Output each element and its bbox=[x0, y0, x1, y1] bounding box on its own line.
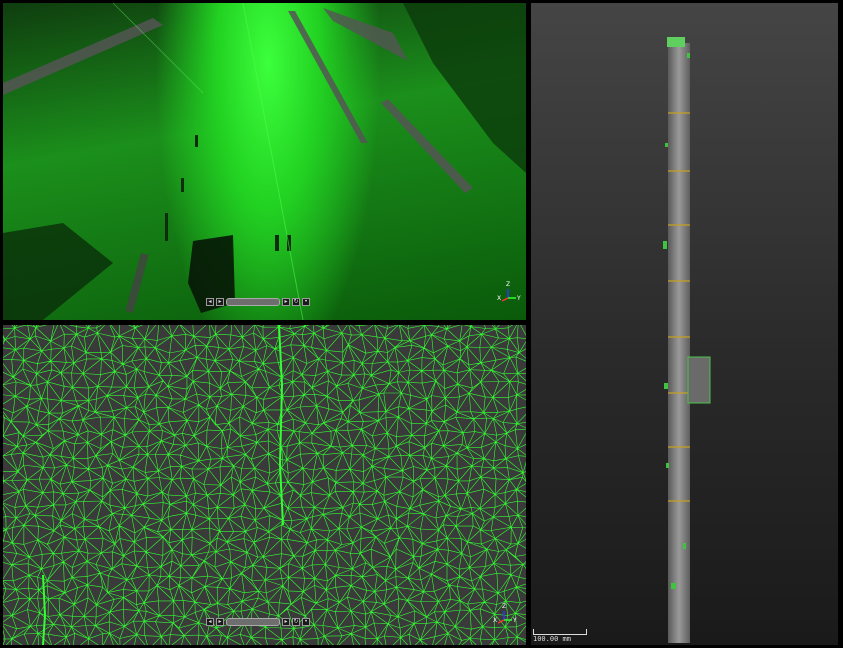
next-icon[interactable]: ▸ bbox=[216, 618, 224, 626]
mesh-navigation-bar: ◂ ▸ ▸ ↻ • bbox=[206, 617, 310, 627]
mesh-axes-icon: Z Y X bbox=[493, 603, 517, 625]
prev-icon[interactable]: ◂ bbox=[206, 618, 214, 626]
viewport-street-pointcloud[interactable]: ◂ ▸ ▸ ↻ • Z Y X bbox=[3, 3, 526, 320]
pole-body bbox=[668, 43, 690, 643]
mesh-ridge-line bbox=[42, 574, 47, 645]
mesh-timeline-slider[interactable] bbox=[226, 618, 280, 626]
loop-icon[interactable]: ↻ bbox=[292, 618, 300, 626]
axis-z-label: Z bbox=[506, 281, 511, 288]
axis-y-label: Y bbox=[513, 617, 517, 624]
viewport-pole-pointcloud[interactable]: 100.00 mm bbox=[531, 3, 838, 645]
street-timeline-slider[interactable] bbox=[226, 298, 280, 306]
prev-icon[interactable]: ◂ bbox=[206, 298, 214, 306]
next-icon[interactable]: ▸ bbox=[216, 298, 224, 306]
play-icon[interactable]: ▸ bbox=[282, 298, 290, 306]
scale-label: 100.00 mm bbox=[533, 635, 571, 643]
mesh-edges bbox=[3, 325, 526, 645]
axis-z-label: Z bbox=[502, 603, 507, 610]
axis-x-label: X bbox=[497, 295, 502, 302]
scale-bar: 100.00 mm bbox=[533, 629, 589, 643]
loop-icon[interactable]: ↻ bbox=[292, 298, 300, 306]
viewport-mesh-wireframe[interactable]: ◂ ▸ ▸ ↻ • Z Y X bbox=[3, 325, 526, 645]
mesh-wireframe bbox=[3, 325, 526, 645]
axis-x-label: X bbox=[493, 617, 498, 624]
street-axes-icon: Z Y X bbox=[497, 281, 521, 303]
settings-icon[interactable]: • bbox=[302, 298, 310, 306]
pole-attachment bbox=[687, 356, 711, 404]
settings-icon[interactable]: • bbox=[302, 618, 310, 626]
street-scene bbox=[3, 3, 526, 320]
street-navigation-bar: ◂ ▸ ▸ ↻ • bbox=[206, 297, 310, 307]
play-icon[interactable]: ▸ bbox=[282, 618, 290, 626]
axis-y-label: Y bbox=[517, 295, 521, 302]
pole-scene bbox=[663, 37, 711, 643]
